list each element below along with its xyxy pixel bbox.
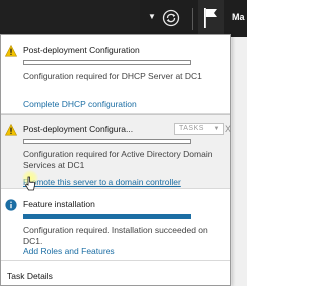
popup-footer: Task Details (1, 261, 230, 286)
notifications-popup: Post-deployment Configuration Configurat… (0, 34, 231, 286)
tasks-dropdown-button[interactable]: TASKS ▼ (174, 123, 224, 135)
warning-icon (4, 123, 18, 136)
toolbar: ▼ Ma (0, 0, 247, 37)
notification-description: Configuration required for DHCP Server a… (23, 71, 202, 81)
task-details-link[interactable]: Task Details (7, 271, 53, 281)
manage-menu[interactable]: Ma (232, 12, 245, 22)
progress-bar (23, 60, 191, 65)
caret-down-icon[interactable]: ▼ (147, 12, 157, 22)
notification-flag-icon[interactable] (198, 0, 224, 37)
refresh-icon[interactable] (162, 9, 180, 27)
caret-down-icon: ▼ (213, 126, 220, 132)
toolbar-separator (192, 8, 193, 30)
notification-title: Post-deployment Configura... (23, 124, 134, 134)
notification-description: Configuration required for Active Direct… (23, 149, 213, 170)
info-icon (5, 199, 17, 211)
notification-title: Feature installation (23, 199, 95, 209)
complete-dhcp-link[interactable]: Complete DHCP configuration (23, 99, 137, 109)
notification-description: Configuration required. Installation suc… (23, 225, 208, 246)
promote-domain-controller-link[interactable]: Promote this server to a domain controll… (23, 177, 181, 187)
notification-card: Feature installation Configuration requi… (1, 189, 230, 261)
add-roles-features-link[interactable]: Add Roles and Features (23, 246, 115, 256)
warning-icon (4, 44, 18, 57)
dashboard-background (232, 37, 247, 286)
close-icon[interactable]: X (225, 124, 233, 134)
mouse-cursor-icon (24, 176, 36, 192)
progress-bar (23, 214, 191, 219)
notification-title: Post-deployment Configuration (23, 45, 140, 55)
toolbar-spacer (0, 0, 140, 37)
progress-bar (23, 139, 191, 144)
notification-card: Post-deployment Configuration Configurat… (1, 35, 230, 114)
tasks-label: TASKS (179, 125, 204, 132)
